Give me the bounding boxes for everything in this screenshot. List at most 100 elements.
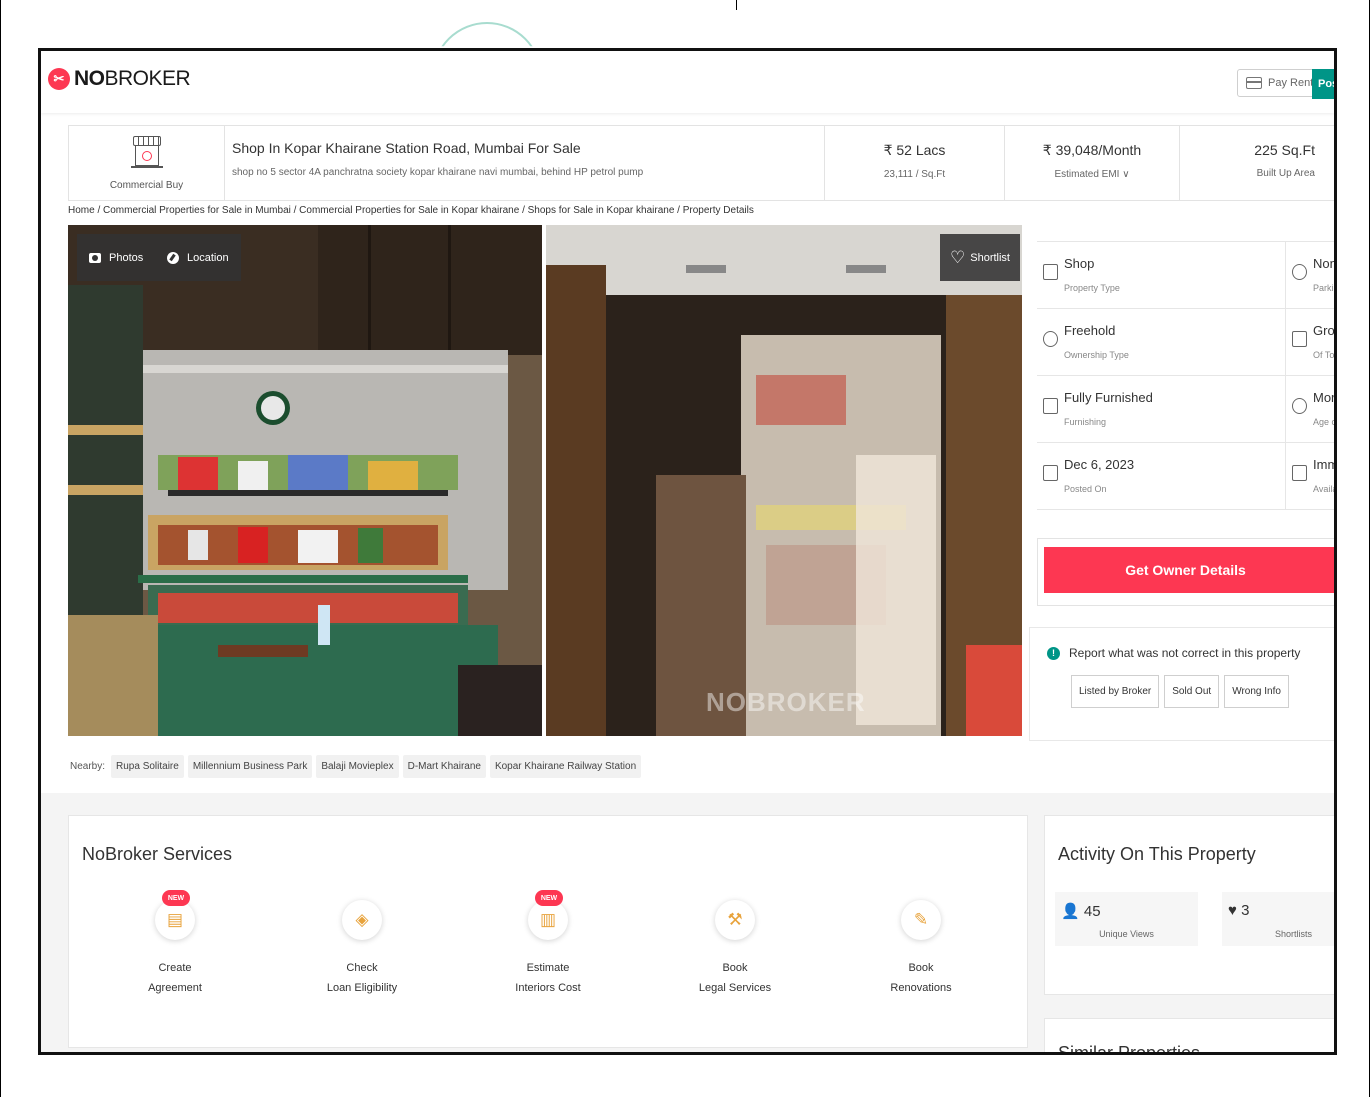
info-icon: !	[1047, 646, 1060, 660]
site-header: ✂ NOBROKER Pay Rent Post	[41, 51, 1334, 113]
report-wrong-info[interactable]: Wrong Info	[1224, 675, 1289, 708]
detail-value: Grou	[1313, 323, 1334, 338]
wardrobe-icon	[1043, 398, 1058, 414]
credit-card-icon	[1246, 77, 1262, 89]
shortlist-label: Shortlist	[970, 251, 1010, 264]
service-label: Legal Services	[698, 982, 772, 994]
lamp-icon: ▥	[528, 900, 568, 940]
detail-label: Ownership Type	[1064, 350, 1129, 360]
activity-card: Activity On This Property 👤 45 Unique Vi…	[1044, 815, 1334, 995]
shortlists-label: Shortlists	[1274, 929, 1312, 939]
gavel-icon: ⚒	[715, 900, 755, 940]
detail-value: Imm	[1313, 457, 1334, 472]
camera-icon	[89, 252, 101, 263]
detail-label: Furnishing	[1064, 417, 1107, 427]
location-button[interactable]: Location	[155, 234, 241, 281]
emi-label[interactable]: Estimated EMI ∨	[1005, 169, 1179, 180]
nobroker-logo[interactable]: ✂ NOBROKER	[48, 67, 191, 91]
location-label: Location	[187, 251, 229, 264]
lower-section: NoBroker Services NEW ▤ Create Agreement…	[41, 793, 1334, 1052]
detail-value: Dec 6, 2023	[1064, 457, 1135, 472]
service-loan-eligibility[interactable]: ◈ Check Loan Eligibility	[292, 890, 432, 994]
nearby-chip[interactable]: Balaji Movieplex	[316, 754, 399, 778]
similar-properties-card: Similar Properties	[1044, 1018, 1334, 1052]
logo-text: NOBROKER	[74, 67, 191, 90]
detail-floor: Grou Of Tota	[1286, 309, 1334, 375]
shop-interior-image	[68, 225, 542, 736]
service-label: Create	[158, 962, 192, 974]
shortlist-button[interactable]: ♡ Shortlist	[940, 234, 1020, 281]
watermark-text: NOBROKER	[706, 687, 866, 717]
services-title: NoBroker Services	[82, 844, 233, 864]
unique-views-stat: 👤 45 Unique Views	[1055, 892, 1198, 946]
detail-row: Shop Property Type None Parking	[1037, 242, 1334, 309]
report-listed-by-broker[interactable]: Listed by Broker	[1071, 675, 1160, 708]
detail-value: Shop	[1064, 256, 1095, 271]
nearby-chip[interactable]: Millennium Business Park	[187, 754, 313, 778]
category-label: Commercial Buy	[109, 179, 184, 191]
report-options: Listed by Broker Sold Out Wrong Info	[1071, 675, 1289, 708]
detail-label: Property Type	[1064, 283, 1120, 293]
nearby-chip[interactable]: Kopar Khairane Railway Station	[489, 754, 642, 778]
nearby-chip[interactable]: D-Mart Khairane	[402, 754, 486, 778]
heart-icon: ♥	[1228, 902, 1237, 919]
report-heading: ! Report what was not correct in this pr…	[1047, 646, 1300, 660]
detail-parking: None Parking	[1286, 242, 1334, 308]
paint-roller-icon: ✎	[901, 900, 941, 940]
calendar-icon	[1292, 465, 1307, 481]
price-value: ₹ 52 Lacs	[883, 142, 946, 158]
pay-rent-button[interactable]: Pay Rent	[1237, 69, 1323, 97]
detail-row: Dec 6, 2023 Posted On Imm Availab	[1037, 443, 1334, 510]
area-value: 225 Sq.Ft	[1254, 142, 1315, 158]
shortlists-value: ♥ 3	[1228, 902, 1249, 919]
person-icon: 👤	[1061, 903, 1080, 920]
shop-front-image	[546, 225, 1022, 736]
breadcrumb[interactable]: Home / Commercial Properties for Sale in…	[68, 205, 754, 216]
property-photo-main[interactable]: Photos Location	[68, 225, 542, 736]
property-photo-secondary[interactable]: NOBROKER ♡ Shortlist	[546, 225, 1022, 736]
property-category: Commercial Buy	[69, 126, 225, 200]
person-icon	[1043, 331, 1058, 347]
logo-icon: ✂	[48, 68, 70, 90]
service-renovations[interactable]: ✎ Book Renovations	[851, 890, 991, 994]
property-summary-bar: Commercial Buy Shop In Kopar Khairane St…	[68, 125, 1334, 201]
detail-value: More	[1313, 390, 1334, 405]
get-owner-details-button[interactable]: Get Owner Details	[1044, 547, 1334, 593]
nearby-label: Nearby:	[70, 760, 106, 772]
detail-value: Fully Furnished	[1064, 390, 1153, 405]
pay-rent-label: Pay Rent	[1268, 77, 1314, 89]
shortlists-count: 3	[1241, 902, 1250, 919]
report-text: Report what was not correct in this prop…	[1069, 646, 1301, 660]
browser-window: ✂ NOBROKER Pay Rent Post Commercial Buy …	[38, 48, 1337, 1055]
detail-property-type: Shop Property Type	[1037, 242, 1286, 308]
service-interiors-cost[interactable]: NEW ▥ Estimate Interiors Cost	[478, 890, 618, 994]
detail-ownership: Freehold Ownership Type	[1037, 309, 1286, 375]
page-viewport: ✂ NOBROKER Pay Rent Post Commercial Buy …	[41, 51, 1334, 1052]
service-legal-services[interactable]: ⚒ Book Legal Services	[665, 890, 805, 994]
post-property-button[interactable]: Post	[1312, 69, 1334, 99]
nearby-places: Nearby: Rupa Solitaire Millennium Busine…	[68, 750, 1028, 782]
activity-title: Activity On This Property	[1058, 844, 1256, 864]
emi-cell[interactable]: ₹ 39,048/Month Estimated EMI ∨	[1005, 126, 1180, 200]
nearby-chip[interactable]: Rupa Solitaire	[111, 754, 184, 778]
views-label: Unique Views	[1099, 929, 1154, 939]
detail-label: Age of	[1313, 417, 1334, 427]
detail-age: More Age of	[1286, 376, 1334, 442]
money-bag-icon: ◈	[342, 900, 382, 940]
service-label: Interiors Cost	[515, 982, 581, 994]
service-label: Book	[722, 962, 748, 974]
new-badge: NEW	[535, 890, 563, 906]
report-sold-out[interactable]: Sold Out	[1164, 675, 1220, 708]
detail-label: Posted On	[1064, 484, 1107, 494]
views-value: 👤 45	[1061, 902, 1101, 920]
services-card: NoBroker Services NEW ▤ Create Agreement…	[68, 815, 1028, 1048]
service-label: Estimate	[526, 962, 570, 974]
building-icon	[1043, 264, 1058, 280]
detail-furnishing: Fully Furnished Furnishing	[1037, 376, 1286, 442]
report-box: ! Report what was not correct in this pr…	[1029, 627, 1334, 741]
service-create-agreement[interactable]: NEW ▤ Create Agreement	[105, 890, 245, 994]
compass-icon	[167, 251, 179, 264]
title-block: Shop In Kopar Khairane Station Road, Mum…	[225, 126, 825, 200]
photos-button[interactable]: Photos	[77, 234, 156, 281]
shop-icon	[130, 135, 163, 176]
